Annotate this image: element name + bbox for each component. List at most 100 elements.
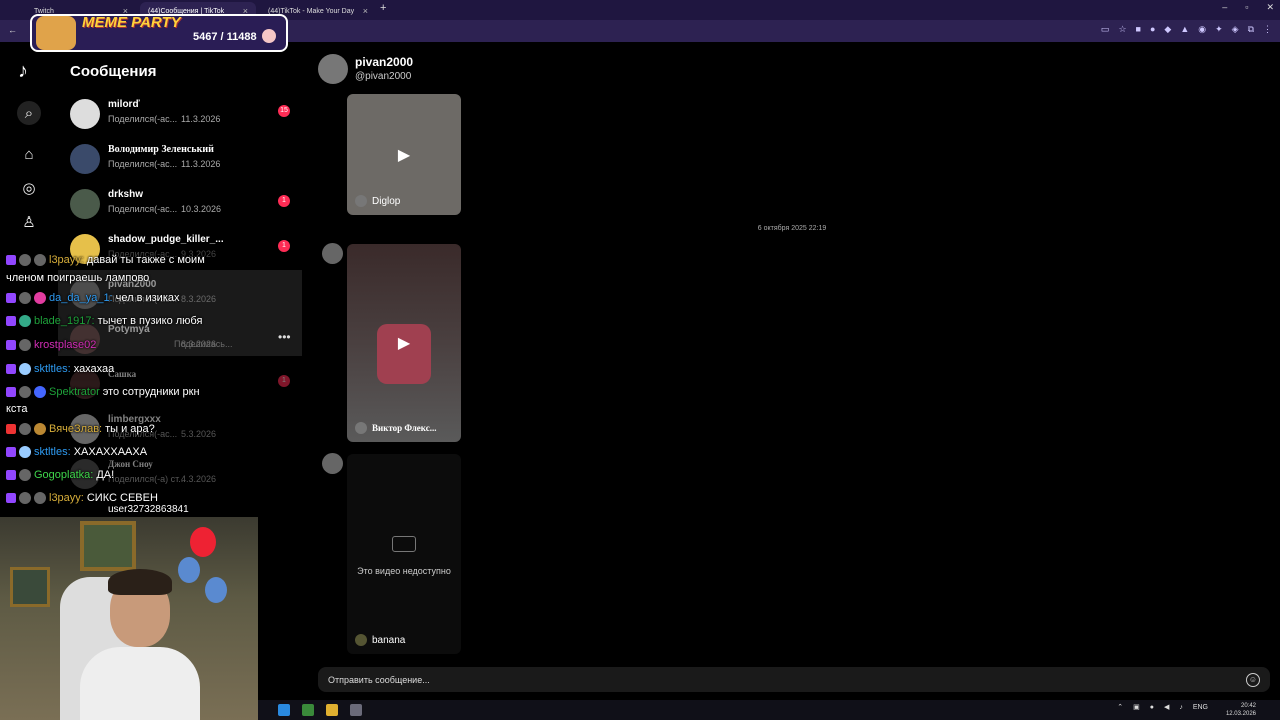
- play-icon[interactable]: ▶: [398, 145, 410, 165]
- video-message[interactable]: ▶ Diglop: [347, 94, 461, 215]
- chat-text: ХАХАХХААХА: [73, 446, 148, 458]
- chat-message: кста: [6, 403, 27, 415]
- network-icon[interactable]: ▣: [1133, 703, 1140, 711]
- conversation-title[interactable]: pivan2000: [355, 55, 413, 69]
- twitch-badge-icon: [6, 364, 16, 374]
- avatar: [70, 144, 100, 174]
- maximize-icon[interactable]: ▫: [1245, 2, 1248, 13]
- play-icon[interactable]: ▶: [398, 333, 410, 353]
- close-icon[interactable]: ×: [363, 6, 368, 16]
- balloon: [190, 527, 216, 557]
- avatar: [355, 634, 367, 646]
- user-badge-icon: [19, 469, 31, 481]
- extension-icon[interactable]: ■: [1136, 24, 1141, 35]
- puzzle-icon[interactable]: ⧉: [1248, 24, 1254, 35]
- doge-icon: [36, 16, 76, 50]
- chat-message: Spektrator это сотрудники ркн: [6, 386, 200, 398]
- twitch-badge-icon: [6, 447, 16, 457]
- extension-icon[interactable]: ◈: [1232, 24, 1239, 35]
- messages-title: Сообщения: [70, 63, 157, 80]
- conversation-item[interactable]: Володимир Зеленський Поделился(-ас... 11…: [70, 144, 300, 186]
- following-icon[interactable]: ♙: [17, 210, 41, 234]
- chat-text: тычет в пузико любя: [97, 315, 203, 327]
- chat-username: l3payy:: [49, 254, 84, 266]
- app-taskbar-icon[interactable]: [350, 704, 362, 716]
- search-icon[interactable]: ⌕: [17, 101, 41, 125]
- video-message[interactable]: ▶ Виктор Флекс...: [347, 244, 461, 442]
- live-badge-icon: [6, 424, 16, 434]
- meme-party-count: 5467 / 11488: [193, 31, 257, 43]
- twitch-badge-icon: [6, 340, 16, 350]
- conversation-item[interactable]: Potymya Поделилась... 8.3.2026: [70, 324, 300, 366]
- clock-date: 12.03.2026: [1225, 711, 1256, 717]
- conversation-date: 11.3.2026: [181, 114, 221, 124]
- chat-message: членом поиграешь лампово: [6, 272, 149, 284]
- back-icon[interactable]: ←: [8, 25, 17, 35]
- chat-username: ВячеЗлав:: [49, 423, 103, 435]
- message-input[interactable]: [318, 667, 1270, 692]
- tiktok-logo-icon[interactable]: ♪: [18, 60, 28, 83]
- avatar: [355, 422, 367, 434]
- conversation-date: 8.3.2026: [181, 339, 217, 349]
- extension-icon[interactable]: ▲: [1180, 24, 1189, 35]
- conversation-item[interactable]: drkshw Поделился(-ас... 10.3.2026 1: [70, 189, 300, 231]
- video-caption: Diglop: [355, 195, 400, 207]
- video-message-unavailable[interactable]: banana: [347, 454, 461, 654]
- user-badge-icon: [34, 292, 46, 304]
- chat-text: членом поиграешь лампово: [6, 272, 150, 284]
- chat-message: krostplase02: [6, 339, 99, 351]
- star-icon[interactable]: ☆: [1118, 24, 1126, 35]
- cast-icon[interactable]: ▭: [1101, 24, 1110, 35]
- app-taskbar-icon[interactable]: [302, 704, 314, 716]
- extension-icon[interactable]: ◆: [1164, 24, 1171, 35]
- conversation-name: shadow_pudge_killer_...: [108, 234, 224, 245]
- user-badge-icon: [19, 386, 31, 398]
- extension-icon[interactable]: ✦: [1215, 24, 1223, 35]
- conversation-handle: @pivan2000: [355, 71, 412, 82]
- chat-username: Gogoplatka:: [34, 469, 94, 481]
- avatar[interactable]: [318, 54, 348, 84]
- emoji-icon[interactable]: ☺: [1246, 673, 1260, 687]
- twitch-badge-icon: [6, 387, 16, 397]
- wall-painting: [80, 521, 136, 571]
- streamer-shirt: [80, 647, 200, 720]
- user-badge-icon: [19, 315, 31, 327]
- avatar: [322, 453, 343, 474]
- balloon: [205, 577, 227, 603]
- new-tab-button[interactable]: +: [380, 2, 386, 14]
- webcam-feed: [0, 517, 258, 720]
- extension-icon[interactable]: ●: [1150, 24, 1155, 35]
- mic-icon[interactable]: ●: [1150, 704, 1154, 711]
- language-indicator[interactable]: ENG: [1193, 704, 1208, 711]
- chat-username: sktltles:: [34, 446, 71, 458]
- conversation-preview: Поделился(-ас...: [108, 159, 178, 169]
- twitch-badge-icon: [6, 293, 16, 303]
- user-badge-icon: [19, 423, 31, 435]
- minimize-icon[interactable]: –: [1222, 2, 1227, 13]
- chat-message: Gogoplatka: ДА!: [6, 469, 114, 481]
- chat-message: l3payy: давай ты также с моим: [6, 254, 205, 266]
- conversation-item[interactable]: user32732863841: [70, 504, 300, 516]
- system-clock[interactable]: 20:42 12.03.2026: [1226, 702, 1256, 718]
- volume-icon[interactable]: ◀: [1164, 703, 1169, 711]
- explore-icon[interactable]: ◎: [17, 176, 41, 200]
- user-badge-icon: [19, 292, 31, 304]
- user-badge-icon: [19, 492, 31, 504]
- menu-icon[interactable]: ⋮: [1263, 24, 1272, 35]
- extension-icon[interactable]: ◉: [1198, 24, 1206, 35]
- avatar: [70, 189, 100, 219]
- chat-text: ты и ара?: [105, 423, 155, 435]
- user-badge-icon: [19, 446, 31, 458]
- chevron-up-icon[interactable]: ⌃: [1117, 703, 1123, 711]
- sound-icon[interactable]: ♪: [1179, 704, 1183, 711]
- chrome-taskbar-icon[interactable]: [278, 704, 290, 716]
- more-options-icon[interactable]: •••: [278, 330, 291, 344]
- user-badge-icon: [19, 254, 31, 266]
- conversation-item[interactable]: milorď Поделился(-ас... 11.3.2026 15: [70, 99, 300, 141]
- conversation-name: user32732863841: [108, 504, 189, 515]
- chat-username: Spektrator: [49, 386, 100, 398]
- close-window-icon[interactable]: ✕: [1266, 2, 1274, 13]
- avatar: [70, 99, 100, 129]
- home-icon[interactable]: ⌂: [17, 142, 41, 166]
- folder-taskbar-icon[interactable]: [326, 704, 338, 716]
